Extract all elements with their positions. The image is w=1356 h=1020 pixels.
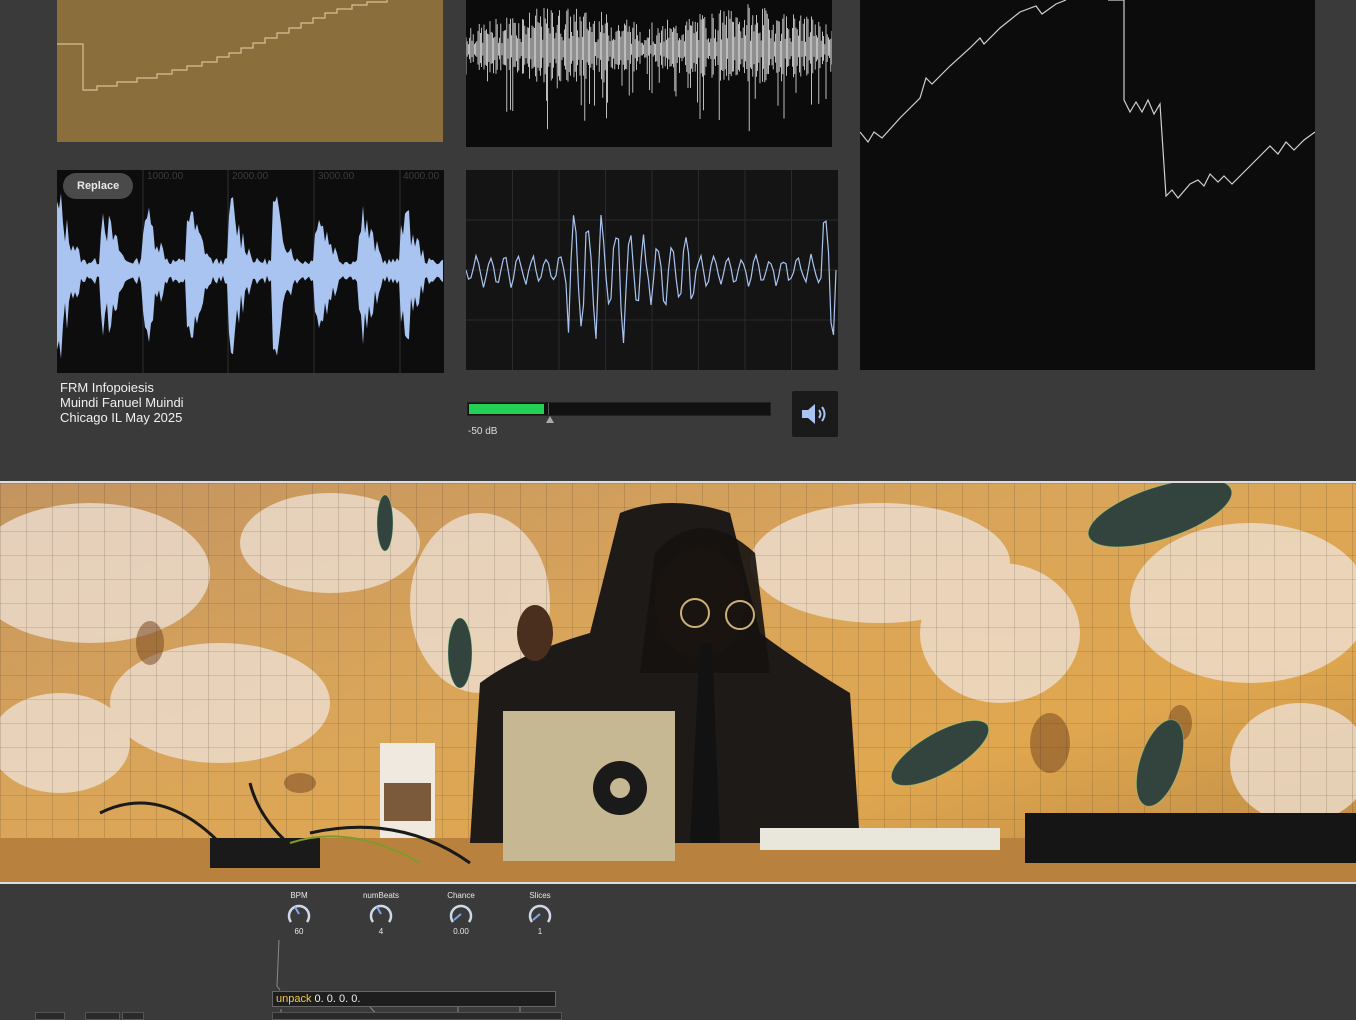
signal-scope-line (466, 214, 837, 344)
buffer-tick-3000: 3000.00 (318, 171, 355, 182)
buffer-tick-4000: 4000.00 (403, 171, 440, 182)
buffer-tick-2000: 2000.00 (232, 171, 269, 182)
waveform-scope-trace (466, 4, 832, 132)
unpack-object[interactable]: unpack 0. 0. 0. 0. (272, 991, 556, 1007)
threshold-triangle-icon[interactable] (546, 416, 554, 423)
unpack-keyword: unpack (276, 993, 312, 1005)
credits-line-artist: Muindi Fanuel Muindi (60, 395, 184, 410)
buffer-waveform-fill (57, 193, 443, 359)
patch-object[interactable] (272, 1012, 562, 1020)
patch-object[interactable] (85, 1012, 120, 1020)
credits-line-location: Chicago IL May 2025 (60, 410, 183, 425)
output-level-meter[interactable] (467, 402, 771, 416)
credits-line-title: FRM Infopoiesis (60, 380, 154, 395)
speaker-icon (802, 404, 826, 424)
waveform-scope-line (466, 4, 832, 132)
replace-button[interactable]: Replace (63, 173, 134, 199)
gold-scope-display (57, 0, 443, 142)
buffer-tick-1000: 1000.00 (147, 171, 184, 182)
credits-text: FRM Infopoiesis Muindi Fanuel Muindi Chi… (60, 380, 184, 425)
sawtooth-scope-trace (860, 0, 1315, 199)
patch-object[interactable] (122, 1012, 144, 1020)
buffer-waveform (57, 170, 443, 373)
waveform-scope-display (466, 0, 832, 147)
audio-toggle-button[interactable] (792, 391, 838, 437)
meter-level-fill (469, 404, 544, 414)
unpack-args: 0. 0. 0. 0. (314, 993, 361, 1005)
meter-threshold-label: -50 dB (468, 426, 498, 437)
performer-video-image (0, 483, 1356, 882)
patch-cords (276, 939, 521, 1020)
performance-video-frame (0, 481, 1356, 884)
signal-scope-trace (466, 170, 838, 370)
sawtooth-scope-display (860, 0, 1315, 370)
patch-object[interactable] (35, 1012, 65, 1020)
buffer-waveform-display[interactable]: 1000.00 2000.00 3000.00 4000.00 Replace (57, 170, 444, 373)
gold-scope-trace (57, 0, 388, 91)
meter-threshold-line (548, 403, 549, 415)
signal-scope-display (466, 170, 838, 370)
